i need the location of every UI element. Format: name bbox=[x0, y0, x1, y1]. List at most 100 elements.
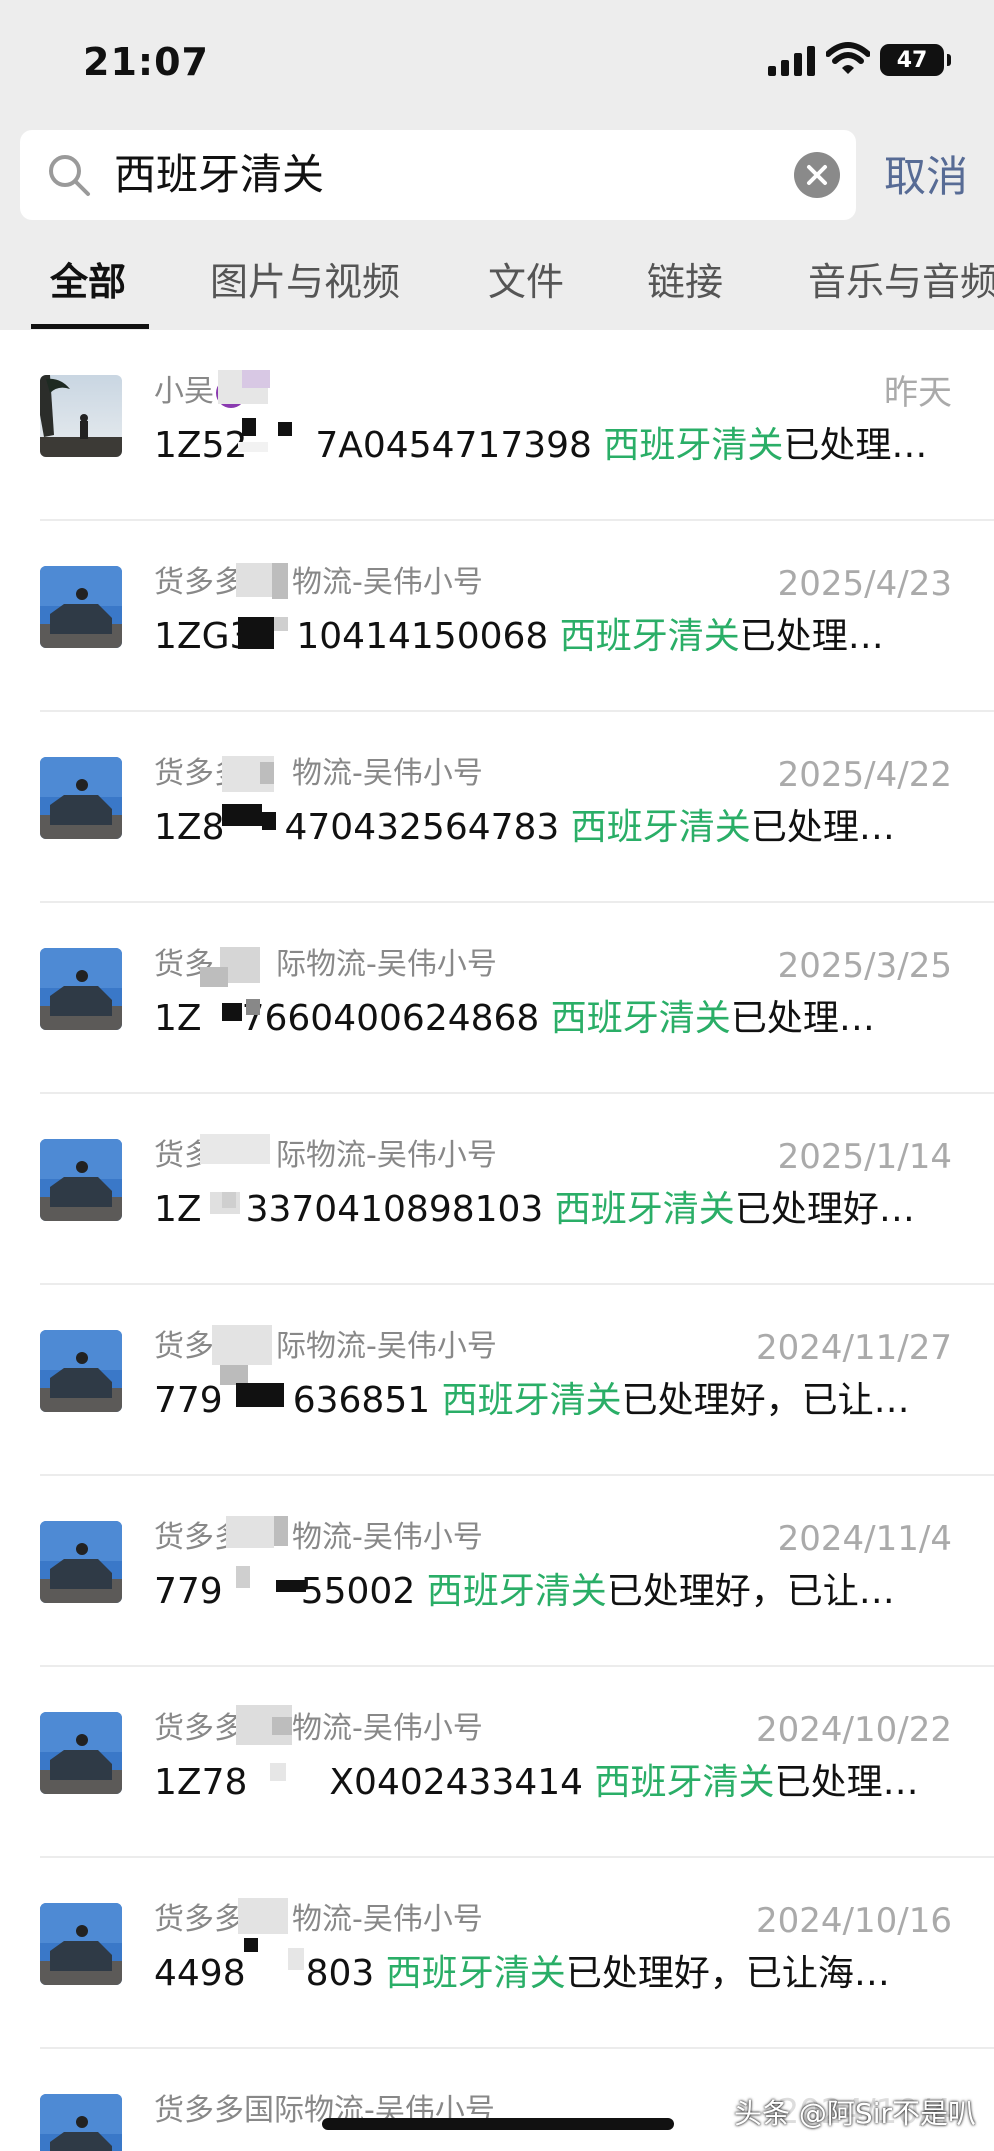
tab-music-audio[interactable]: 音乐与音频 bbox=[808, 255, 994, 309]
keyword-highlight: 西班牙清关 bbox=[385, 1953, 566, 1994]
result-row[interactable]: 货多多 物流-吴伟小号 2025/4/22 1Z8 470432564783 西班牙… bbox=[0, 712, 994, 903]
keyword-highlight: 西班牙清关 bbox=[603, 425, 784, 466]
code-prefix: 1Z52 bbox=[154, 425, 248, 466]
code-suffix: 636851 bbox=[292, 1380, 431, 1421]
keyword-highlight: 西班牙清关 bbox=[559, 616, 740, 657]
code-prefix: 4498 bbox=[154, 1953, 246, 1994]
message-tail: 已处理… bbox=[730, 998, 875, 1039]
message-date: 2025/4/22 bbox=[777, 755, 952, 795]
code-prefix: 1Z bbox=[154, 998, 202, 1039]
wifi-icon bbox=[826, 42, 870, 74]
sender-text: 际物流-吴伟小号 bbox=[276, 1138, 497, 1173]
code-suffix: 803 bbox=[305, 1953, 375, 1994]
message-preview: 1Z 3370410898103 西班牙清关已处理好… bbox=[154, 1184, 934, 1236]
sender-text: 货多多 bbox=[154, 1711, 244, 1746]
message-tail: 已处理… bbox=[783, 425, 928, 466]
message-date: 2024/11/4 bbox=[777, 1519, 952, 1559]
sender-text: 物流-吴伟小号 bbox=[292, 1520, 483, 1555]
message-tail: 已处理好，已让海… bbox=[565, 1953, 890, 1994]
tab-links[interactable]: 链接 bbox=[647, 255, 723, 309]
sender-text: 货多多 bbox=[154, 1902, 244, 1937]
message-tail: 已处理… bbox=[739, 616, 884, 657]
sender-name: 货多多 物流-吴伟小号 bbox=[154, 1518, 483, 1558]
avatar bbox=[40, 375, 122, 457]
avatar bbox=[40, 1521, 122, 1603]
avatar bbox=[40, 1712, 122, 1794]
message-date: 2024/10/16 bbox=[756, 1901, 952, 1941]
code-suffix: 470432564783 bbox=[284, 807, 560, 848]
sender-name: 货多多 物流-吴伟小号 bbox=[154, 1900, 483, 1940]
search-input[interactable]: 西班牙清关 bbox=[20, 130, 856, 220]
message-date: 昨天 bbox=[884, 373, 952, 413]
avatar bbox=[40, 1903, 122, 1985]
sender-text: 物流-吴伟小号 bbox=[292, 1902, 483, 1937]
code-suffix: 10414150068 bbox=[296, 616, 549, 657]
result-row[interactable]: 货多 际物流-吴伟小号 2024/11/27 779 636851 西班牙清关已处理… bbox=[0, 1285, 994, 1476]
result-row[interactable]: 货多 际物流-吴伟小号 2025/1/14 1Z 3370410898103 西班牙… bbox=[0, 1094, 994, 1285]
filter-tabs: 全部 图片与视频 文件 链接 音乐与音频 bbox=[0, 255, 994, 330]
keyword-highlight: 西班牙清关 bbox=[594, 1762, 775, 1803]
clear-icon[interactable] bbox=[794, 152, 840, 198]
search-icon bbox=[49, 155, 90, 196]
keyword-highlight: 西班牙清关 bbox=[550, 998, 731, 1039]
sender-text: 物流-吴伟小号 bbox=[292, 565, 483, 600]
message-tail: 已处理… bbox=[750, 807, 895, 848]
message-preview: 1Z 7660400624868 西班牙清关已处理… bbox=[154, 993, 934, 1045]
search-query[interactable]: 西班牙清关 bbox=[114, 148, 324, 202]
avatar bbox=[40, 2094, 122, 2151]
result-row[interactable]: 货多多 物流-吴伟小号 2024/10/16 4498 803 西班牙清关已处理好，… bbox=[0, 1858, 994, 2049]
result-row[interactable]: 货多多 物流-吴伟小号 2024/10/22 1Z78 X0402433414 西班… bbox=[0, 1667, 994, 1858]
message-tail: 已处理好，已让… bbox=[606, 1571, 895, 1612]
sender-name: 货多多 物流-吴伟小号 bbox=[154, 754, 483, 794]
message-date: 2025/3/25 bbox=[777, 946, 952, 986]
keyword-highlight: 西班牙清关 bbox=[426, 1571, 607, 1612]
sender-text: 物流-吴伟小号 bbox=[292, 1711, 483, 1746]
code-suffix: X0402433414 bbox=[329, 1762, 584, 1803]
code-prefix: 1Z bbox=[154, 1189, 202, 1230]
avatar bbox=[40, 566, 122, 648]
keyword-highlight: 西班牙清关 bbox=[554, 1189, 735, 1230]
result-row[interactable]: 货多多 物流-吴伟小号 2024/11/4 779 55002 西班牙清关已处理好，… bbox=[0, 1476, 994, 1667]
result-row[interactable]: 小吴 昨天 1Z52 7A0454717398 西班牙清关已处理… bbox=[0, 330, 994, 521]
avatar bbox=[40, 757, 122, 839]
message-tail: 已处理… bbox=[774, 1762, 919, 1803]
code-prefix: 1Z78 bbox=[154, 1762, 248, 1803]
sender-text: 物流-吴伟小号 bbox=[292, 756, 483, 791]
tab-files[interactable]: 文件 bbox=[488, 255, 564, 309]
close-icon bbox=[807, 165, 827, 185]
result-row[interactable]: 货多 际物流-吴伟小号 2025/3/25 1Z 7660400624868 西班牙… bbox=[0, 903, 994, 1094]
status-bar: 21:07 47 bbox=[0, 0, 994, 120]
message-date: 2025/4/23 bbox=[777, 564, 952, 604]
code-prefix: 1Z8 bbox=[154, 807, 225, 848]
tab-all[interactable]: 全部 bbox=[50, 255, 126, 309]
message-preview: 779 55002 西班牙清关已处理好，已让… bbox=[154, 1566, 934, 1618]
active-tab-indicator bbox=[31, 324, 149, 329]
watermark: 头条 @阿Sir不是叭 bbox=[734, 2097, 976, 2130]
message-tail: 已处理好，已让… bbox=[621, 1380, 910, 1421]
message-preview: 4498 803 西班牙清关已处理好，已让海… bbox=[154, 1948, 934, 2000]
sender-name: 货多 际物流-吴伟小号 bbox=[154, 1327, 497, 1367]
sender-name: 货多多 物流-吴伟小号 bbox=[154, 563, 483, 603]
message-preview: 1Z52 7A0454717398 西班牙清关已处理… bbox=[154, 420, 934, 472]
code-suffix: 3370410898103 bbox=[245, 1189, 544, 1230]
avatar bbox=[40, 1330, 122, 1412]
tab-images-videos[interactable]: 图片与视频 bbox=[210, 255, 400, 309]
cancel-button[interactable]: 取消 bbox=[884, 150, 968, 204]
sender-text: 货多 bbox=[154, 1329, 214, 1364]
top-bar: 21:07 47 西班牙清关 取消 全部 图片与视频 文件 链接 音乐与音频 bbox=[0, 0, 994, 330]
sender-text: 货多多 bbox=[154, 565, 244, 600]
status-time: 21:07 bbox=[83, 40, 209, 84]
message-tail: 已处理好… bbox=[734, 1189, 915, 1230]
keyword-highlight: 西班牙清关 bbox=[570, 807, 751, 848]
code-suffix: 7660400624868 bbox=[241, 998, 540, 1039]
keyword-highlight: 西班牙清关 bbox=[441, 1380, 622, 1421]
result-row[interactable]: 货多多 物流-吴伟小号 2025/4/23 1ZG3 10414150068 西班牙… bbox=[0, 521, 994, 712]
sender-name: 货多多 物流-吴伟小号 bbox=[154, 1709, 483, 1749]
message-date: 2024/11/27 bbox=[756, 1328, 952, 1368]
signal-icon bbox=[768, 46, 815, 76]
home-indicator[interactable] bbox=[322, 2118, 674, 2130]
message-date: 2025/1/14 bbox=[777, 1137, 952, 1177]
avatar bbox=[40, 1139, 122, 1221]
code-prefix: 779 bbox=[154, 1571, 223, 1612]
message-date: 2024/10/22 bbox=[756, 1710, 952, 1750]
